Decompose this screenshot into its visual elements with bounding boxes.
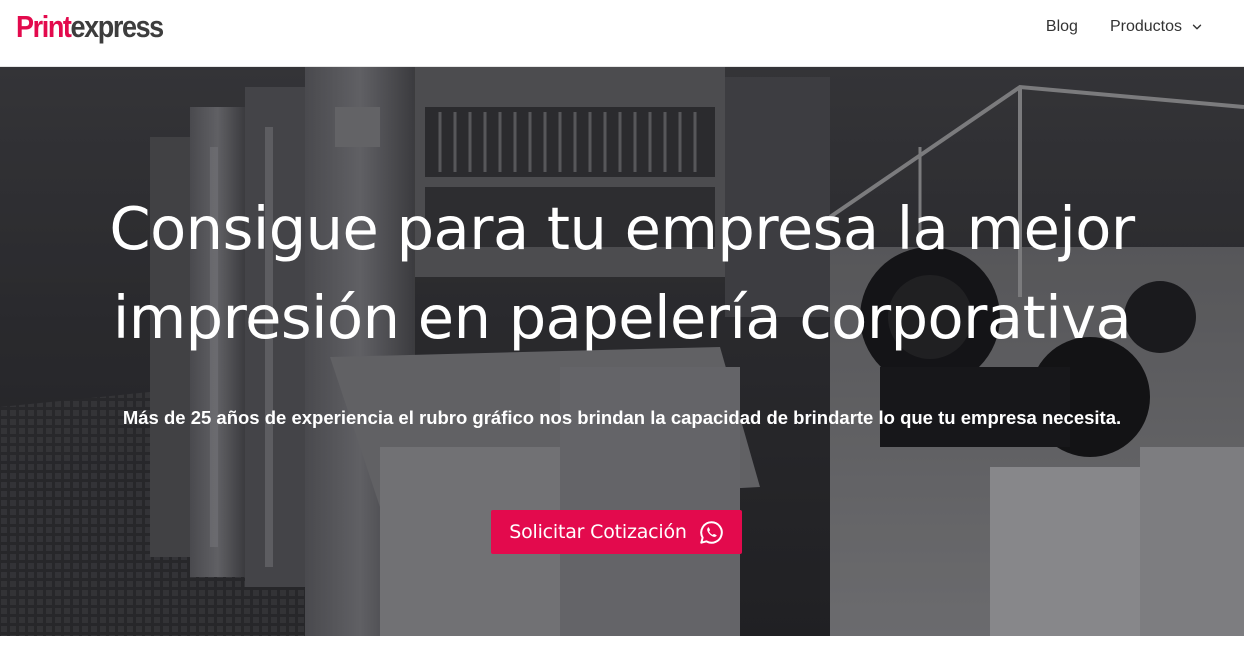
- nav-blog-label: Blog: [1045, 18, 1078, 35]
- nav-blog-link[interactable]: Blog: [1046, 16, 1078, 38]
- chevron-down-icon: [1192, 24, 1202, 30]
- main-nav: Blog Productos: [1046, 16, 1202, 38]
- logo-print-text: Print: [16, 10, 72, 44]
- hero-section: Consigue para tu empresa la mejor impres…: [0, 67, 1244, 636]
- hero-title: Consigue para tu empresa la mejor impres…: [109, 194, 1135, 352]
- nav-productos-dropdown[interactable]: Productos: [1110, 16, 1202, 38]
- site-header: Printexpress Blog Productos: [0, 0, 1244, 67]
- whatsapp-icon: [700, 520, 723, 544]
- hero-subtitle: Más de 25 años de experiencia el rubro g…: [122, 407, 1122, 428]
- request-quote-button[interactable]: Solicitar Cotización: [491, 510, 742, 554]
- nav-productos-label: Productos: [1109, 18, 1182, 35]
- logo[interactable]: Printexpress: [16, 9, 165, 45]
- logo-express-text: express: [70, 10, 165, 44]
- request-quote-label: Solicitar Cotización: [509, 521, 687, 543]
